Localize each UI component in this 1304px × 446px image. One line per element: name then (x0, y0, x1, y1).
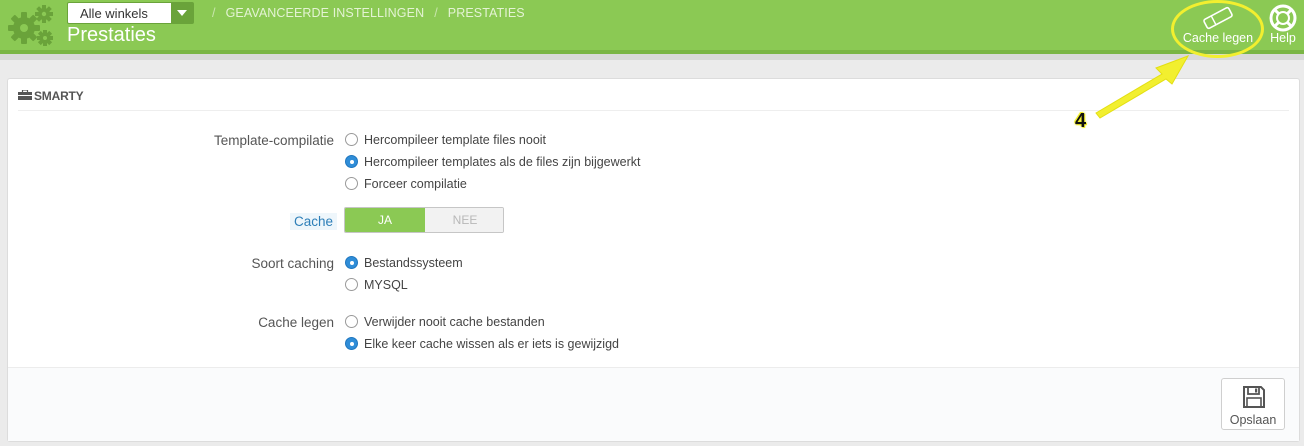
option-label: Forceer compilatie (364, 177, 467, 191)
radio-option-filesystem[interactable]: Bestandssysteem (345, 256, 463, 270)
radio-option-clear-on-change[interactable]: Elke keer cache wissen als er iets is ge… (345, 337, 619, 351)
annotation-arrow (1095, 55, 1190, 119)
radio-button[interactable] (345, 133, 358, 146)
help-label: Help (1270, 31, 1296, 45)
save-label: Opslaan (1229, 413, 1277, 427)
breadcrumb-separator: / (212, 6, 216, 20)
radio-button[interactable] (345, 155, 358, 168)
toolbox-icon (18, 90, 32, 100)
lifebuoy-icon (1269, 4, 1297, 32)
option-label: Hercompileer template files nooit (364, 133, 547, 147)
breadcrumb-item-advanced-settings[interactable]: GEAVANCEERDE INSTELLINGEN (226, 6, 425, 20)
gears-icon (8, 5, 53, 46)
option-label: Bestandssysteem (364, 256, 463, 270)
option-label: Verwijder nooit cache bestanden (364, 315, 545, 329)
save-button[interactable]: Opslaan (1221, 378, 1285, 430)
radio-option-never-recompile[interactable]: Hercompileer template files nooit (345, 133, 546, 147)
clear-cache-setting-label: Cache legen (258, 315, 334, 330)
radio-button[interactable] (345, 278, 358, 291)
shop-select-value: Alle winkels (80, 6, 148, 21)
cache-label: Cache (290, 213, 338, 230)
radio-option-mysql[interactable]: MYSQL (345, 278, 408, 292)
panel-title: SMARTY (34, 89, 84, 103)
radio-button[interactable] (345, 337, 358, 350)
breadcrumb: / GEAVANCEERDE INSTELLINGEN / PRESTATIES (202, 6, 525, 20)
option-label: MYSQL (364, 278, 408, 292)
option-label: Hercompileer templates als de files zijn… (364, 155, 641, 169)
page-title: Prestaties (67, 24, 156, 46)
option-label: Elke keer cache wissen als er iets is ge… (364, 337, 619, 351)
cache-toggle-no[interactable]: NEE (425, 208, 503, 232)
save-icon (1243, 386, 1265, 408)
smarty-panel: SMARTY Template-compilatie Hercompileer … (7, 78, 1300, 442)
cache-toggle[interactable]: JA NEE (344, 207, 504, 233)
breadcrumb-separator: / (434, 6, 438, 20)
annotation-number: 4 (1075, 110, 1087, 132)
breadcrumb-item-performance[interactable]: PRESTATIES (448, 6, 525, 20)
shop-select[interactable]: Alle winkels (67, 2, 194, 24)
caret-down-icon[interactable] (171, 3, 193, 23)
panel-footer: Opslaan (8, 367, 1299, 441)
radio-option-force-compile[interactable]: Forceer compilatie (345, 177, 467, 191)
radio-button[interactable] (345, 256, 358, 269)
radio-option-never-delete-cache[interactable]: Verwijder nooit cache bestanden (345, 315, 545, 329)
radio-button[interactable] (345, 177, 358, 190)
cache-toggle-yes[interactable]: JA (345, 208, 425, 232)
caching-type-label: Soort caching (251, 256, 334, 271)
help-button[interactable]: Help (1264, 4, 1302, 48)
template-compilation-label: Template-compilatie (213, 133, 334, 148)
radio-button[interactable] (345, 315, 358, 328)
radio-option-recompile-if-updated[interactable]: Hercompileer templates als de files zijn… (345, 155, 641, 169)
